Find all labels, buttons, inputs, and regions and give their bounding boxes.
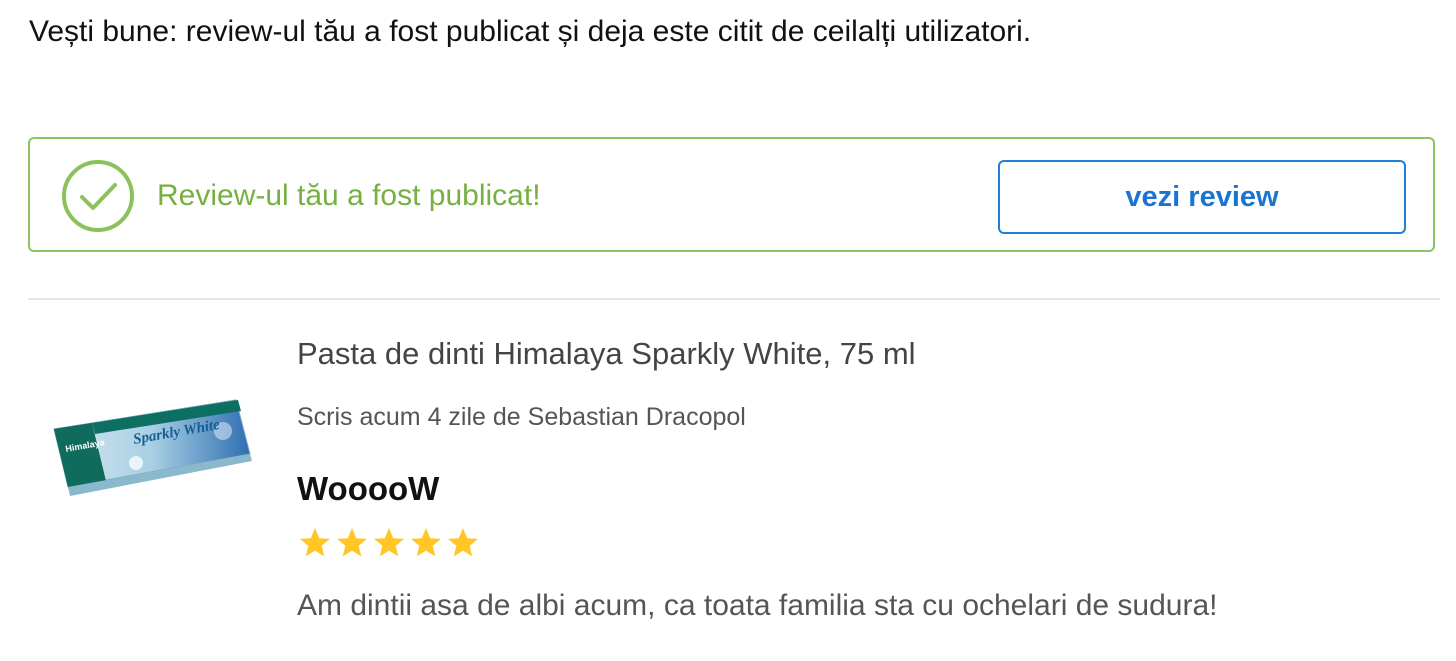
check-circle-icon	[62, 160, 134, 232]
review-title: WooooW	[297, 470, 440, 507]
product-title[interactable]: Pasta de dinti Himalaya Sparkly White, 7…	[297, 334, 916, 374]
review-body: Am dintii asa de albi acum, ca toata fam…	[297, 589, 1218, 622]
star-icon	[448, 528, 478, 557]
star-icon	[374, 528, 404, 557]
publish-success-notice: Review-ul tău a fost publicat! vezi revi…	[28, 137, 1435, 252]
star-icon	[300, 528, 330, 557]
star-rating	[298, 526, 480, 564]
star-icon	[411, 528, 441, 557]
product-image[interactable]: Himalaya Sparkly White	[50, 395, 255, 505]
section-divider	[28, 298, 1440, 300]
view-review-button[interactable]: vezi review	[998, 160, 1406, 234]
star-icon	[337, 528, 367, 557]
notice-message: Review-ul tău a fost publicat!	[157, 179, 541, 212]
review-byline: Scris acum 4 zile de Sebastian Dracopol	[297, 403, 746, 431]
intro-message: Vești bune: review-ul tău a fost publica…	[29, 15, 1032, 48]
